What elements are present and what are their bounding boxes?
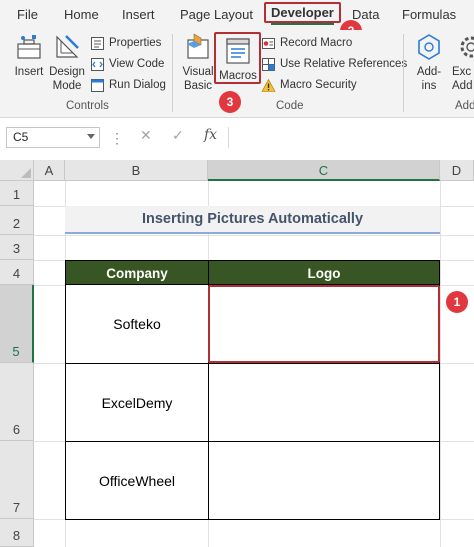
record-macro-label: Record Macro <box>280 37 353 49</box>
tab-formulas[interactable]: Formulas <box>402 7 456 22</box>
tab-developer[interactable]: Developer <box>264 2 341 25</box>
visual-basic-button[interactable]: Visual Basic <box>180 32 216 93</box>
tab-file[interactable]: File <box>17 7 38 22</box>
company-cell[interactable]: OfficeWheel <box>65 441 209 520</box>
name-box-value: C5 <box>13 130 29 144</box>
formula-bar: C5 ⋮ ✕ ✓ fx <box>0 118 474 158</box>
column-header-a[interactable]: A <box>34 160 65 181</box>
gridline <box>34 235 474 236</box>
insert-controls-label: Insert <box>14 66 44 78</box>
code-group-label: Code <box>276 100 304 112</box>
step-badge-3: 3 <box>219 91 241 113</box>
view-code-label: View Code <box>109 58 165 70</box>
row-header-4[interactable]: 4 <box>0 260 34 285</box>
row-number: 1 <box>12 187 21 202</box>
row-header-3[interactable]: 3 <box>0 235 34 260</box>
select-all-corner[interactable] <box>0 160 34 181</box>
addins-label-2: ins <box>421 80 437 92</box>
row-number: 6 <box>12 422 21 437</box>
chevron-down-icon[interactable] <box>87 134 95 139</box>
menu-bar: File Home Insert Page Layout Developer D… <box>0 0 474 30</box>
more-dots-icon: ⋮ <box>110 130 124 146</box>
spreadsheet-grid: A B C D 1 2 3 4 5 6 7 8 Inserting Pictur… <box>0 160 474 547</box>
view-code-button[interactable]: View Code <box>90 54 164 74</box>
logo-cell[interactable] <box>208 441 440 520</box>
run-dialog-icon <box>91 78 104 92</box>
excel-addins-label-2: Add <box>452 80 473 92</box>
design-mode-button[interactable]: Design Mode <box>48 32 86 93</box>
run-dialog-label: Run Dialog <box>109 79 166 91</box>
ruler-pencil-icon <box>56 35 79 58</box>
sheet-title[interactable]: Inserting Pictures Automatically <box>65 206 440 234</box>
table-header-company[interactable]: Company <box>65 260 209 285</box>
run-dialog-button[interactable]: Run Dialog <box>90 75 166 95</box>
macros-highlight-box <box>214 32 261 84</box>
group-separator <box>172 34 173 112</box>
addins-label-1: Add- <box>416 66 442 78</box>
company-cell[interactable]: ExcelDemy <box>65 363 209 442</box>
row-number: 8 <box>12 528 21 543</box>
logo-cell[interactable] <box>208 363 440 442</box>
row-number: 7 <box>12 500 21 515</box>
name-box[interactable]: C5 <box>6 127 100 148</box>
tab-home[interactable]: Home <box>64 7 99 22</box>
properties-button[interactable]: Properties <box>90 33 161 53</box>
tab-insert[interactable]: Insert <box>122 7 155 22</box>
column-header-b[interactable]: B <box>65 160 208 181</box>
insert-function-icon[interactable]: fx <box>204 127 217 143</box>
group-separator <box>403 34 404 112</box>
formula-input[interactable] <box>228 127 474 148</box>
row-header-7[interactable]: 7 <box>0 441 34 519</box>
properties-icon <box>91 36 104 50</box>
row-header-5[interactable]: 5 <box>0 285 34 363</box>
visual-basic-label-1: Visual <box>182 66 214 78</box>
macro-security-button[interactable]: Macro Security <box>261 75 357 95</box>
visual-basic-label-2: Basic <box>183 80 213 92</box>
properties-label: Properties <box>109 37 162 49</box>
warning-icon <box>261 78 276 92</box>
addins-group-label: Add <box>455 100 474 112</box>
table-header-logo[interactable]: Logo <box>208 260 440 285</box>
record-macro-button[interactable]: Record Macro <box>261 33 352 53</box>
row-number: 2 <box>12 216 21 231</box>
use-relative-references-label: Use Relative References <box>280 58 408 70</box>
row-number: 3 <box>12 241 21 256</box>
record-macro-icon <box>262 37 275 49</box>
gear-icon <box>460 36 474 58</box>
excel-addins-label-1: Exc <box>452 66 472 78</box>
addins-icon <box>418 34 440 60</box>
row-header-8[interactable]: 8 <box>0 519 34 547</box>
column-header-c[interactable]: C <box>208 160 440 181</box>
row-header-1[interactable]: 1 <box>0 181 34 206</box>
tab-page-layout[interactable]: Page Layout <box>180 7 253 22</box>
row-number: 4 <box>12 266 21 281</box>
controls-group-label: Controls <box>66 100 109 112</box>
selected-cell-highlight <box>208 285 440 363</box>
addins-button[interactable]: Add- ins <box>410 32 448 93</box>
view-code-icon <box>91 57 104 71</box>
row-number: 5 <box>12 344 20 359</box>
row-header-2[interactable]: 2 <box>0 206 34 235</box>
company-cell[interactable]: Softeko <box>65 284 209 364</box>
design-mode-label-2: Mode <box>52 80 82 92</box>
column-header-d[interactable]: D <box>440 160 474 181</box>
toolbox-icon <box>17 35 41 59</box>
cancel-icon[interactable]: ✕ <box>140 127 152 144</box>
enter-icon[interactable]: ✓ <box>172 127 184 144</box>
use-relative-references-button[interactable]: Use Relative References <box>261 54 407 74</box>
relative-references-icon <box>262 57 275 71</box>
design-mode-label-1: Design <box>49 66 85 78</box>
insert-controls-button[interactable]: Insert <box>10 32 48 79</box>
macro-security-label: Macro Security <box>280 79 357 91</box>
step-badge-1: 1 <box>446 291 468 313</box>
row-header-6[interactable]: 6 <box>0 363 34 441</box>
visual-basic-icon <box>187 33 209 59</box>
tab-data[interactable]: Data <box>352 7 379 22</box>
excel-addins-button[interactable]: Exc Add <box>452 32 474 93</box>
